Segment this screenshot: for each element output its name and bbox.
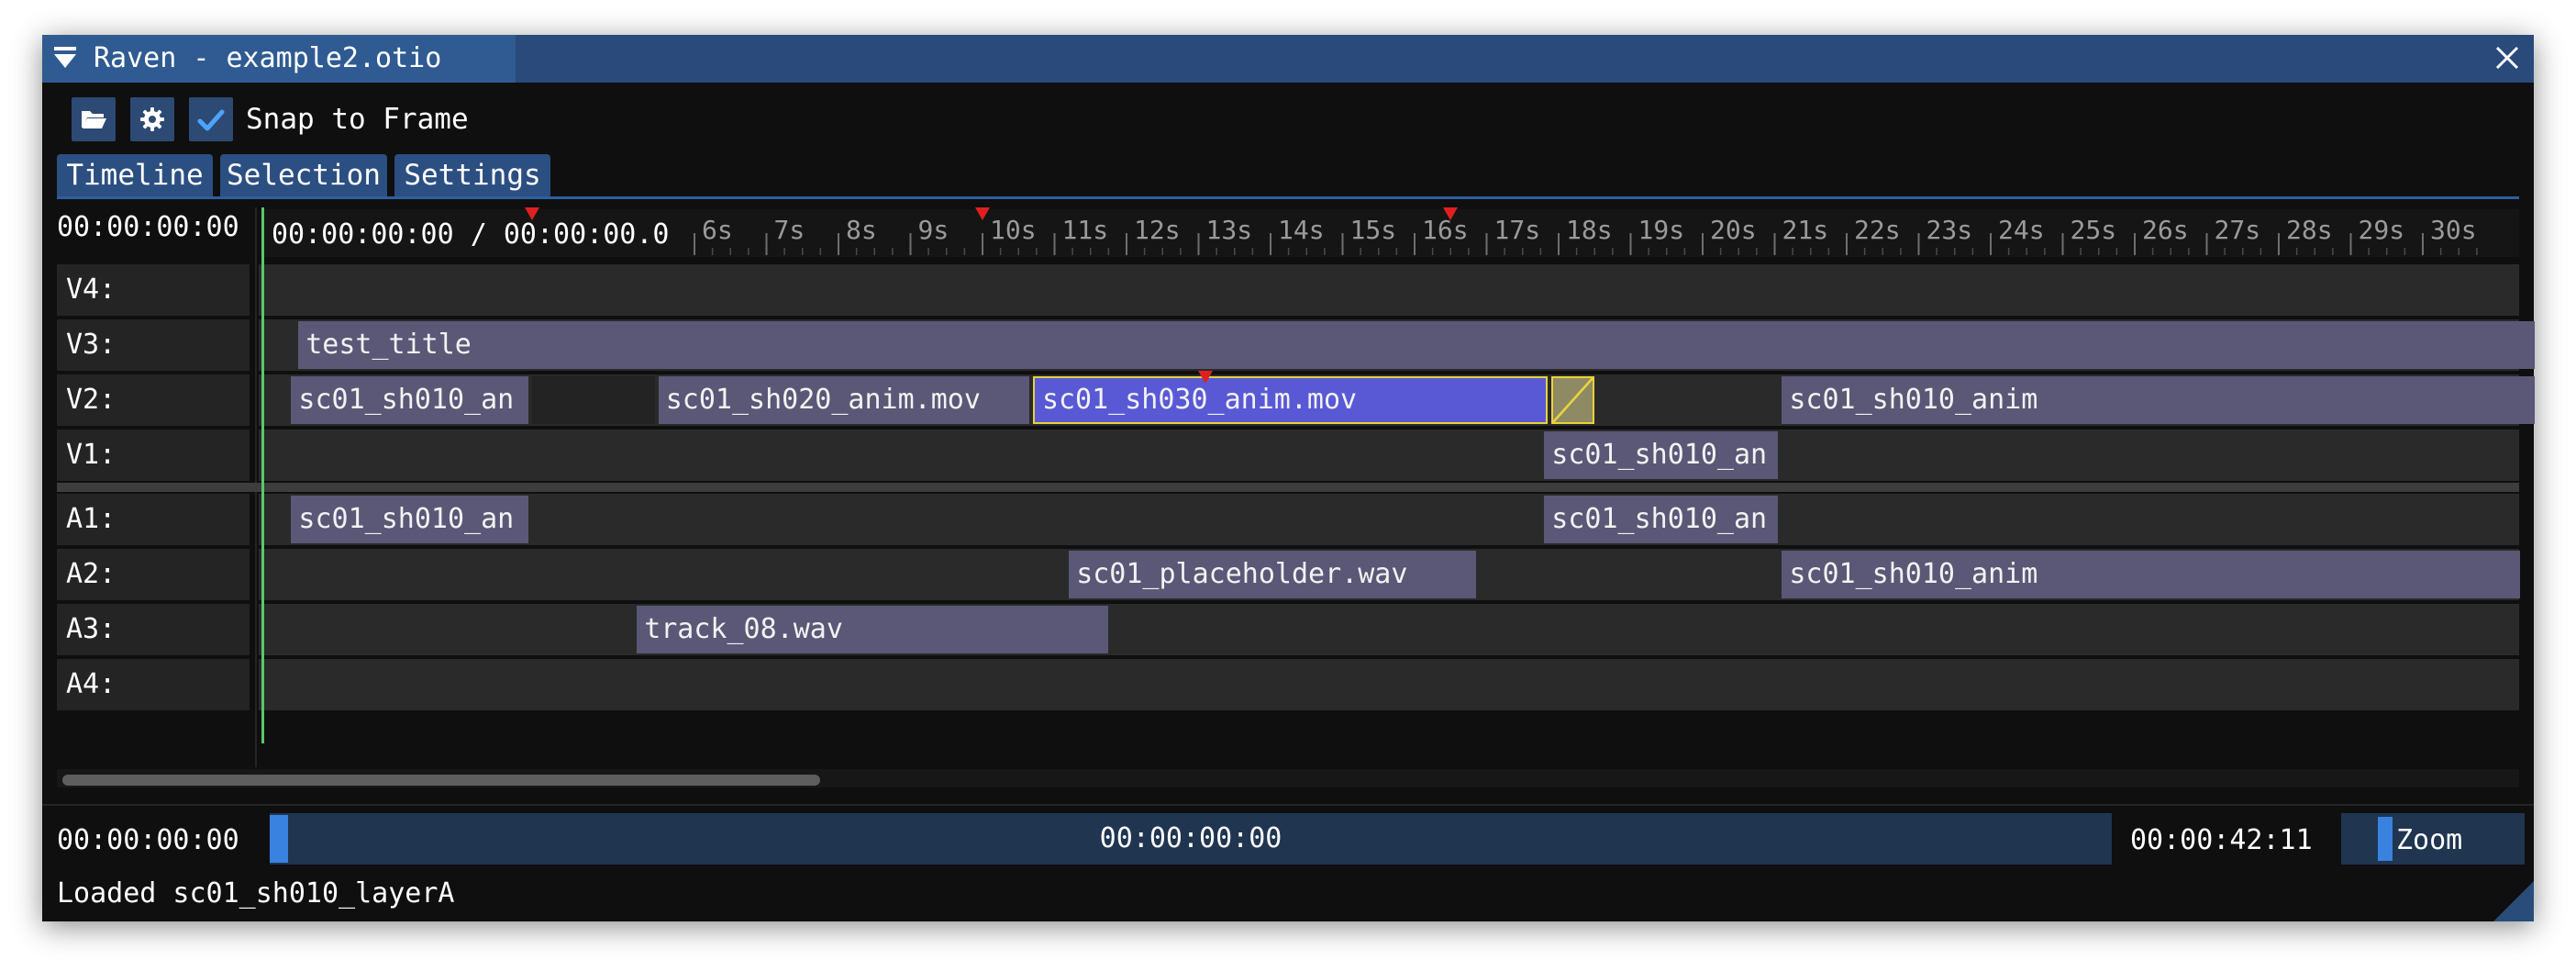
clip[interactable]: sc01_sh010_an — [291, 496, 529, 543]
track-lane[interactable]: sc01_sh010_an sc01_sh020_anim.mov sc01_sh0… — [259, 374, 2535, 426]
end-timecode: 00:00:42:11 — [2130, 824, 2313, 856]
marker[interactable] — [1443, 207, 1459, 220]
checkmark-icon — [197, 109, 225, 131]
clip[interactable]: sc01_sh010_an — [291, 376, 529, 424]
zoom-slider-handle[interactable] — [2378, 817, 2393, 861]
horizontal-scrollbar-thumb[interactable] — [62, 775, 820, 786]
settings-button[interactable] — [130, 97, 174, 141]
gap[interactable] — [532, 376, 655, 424]
clip[interactable]: sc01_sh020_anim.mov — [658, 376, 1029, 424]
ruler-tick-label: 8s — [846, 215, 877, 245]
track-row: A3: track_08.wav — [57, 604, 2519, 655]
track-label[interactable]: V3: — [57, 319, 250, 371]
track-label[interactable]: A2: — [57, 549, 250, 600]
title-tab[interactable]: Raven - example2.otio — [42, 35, 516, 83]
window-title: Raven - example2.otio — [94, 42, 442, 74]
gear-icon — [140, 107, 164, 131]
track-row: V3: test_title — [57, 319, 2535, 371]
track-lane[interactable] — [259, 264, 2519, 316]
transition-diagonal — [1553, 378, 1593, 422]
ruler-tick-label: 12s — [1134, 215, 1181, 245]
folder-open-icon — [82, 111, 106, 128]
track-row: V1: sc01_sh010_an — [57, 430, 2519, 481]
tab-settings[interactable]: Settings — [394, 154, 550, 196]
track-lane[interactable]: track_08.wav — [259, 604, 2519, 655]
ruler-tick-label: 19s — [1638, 215, 1685, 245]
playhead[interactable] — [261, 207, 264, 743]
ruler-tick-label: 24s — [1998, 215, 2045, 245]
track-lane[interactable]: sc01_placeholder.wav sc01_sh010_anim — [259, 549, 2520, 600]
clip[interactable]: sc01_sh010_an — [1544, 496, 1779, 543]
ruler-tick-label: 21s — [1782, 215, 1829, 245]
track-row: V4: — [57, 264, 2519, 316]
clip[interactable]: sc01_placeholder.wav — [1069, 551, 1476, 598]
tab-timeline[interactable]: Timeline — [57, 154, 213, 196]
track-label[interactable]: A3: — [57, 604, 250, 655]
audio-video-separator[interactable] — [57, 483, 2519, 492]
marker[interactable] — [975, 207, 990, 220]
ruler-tick-label: 30s — [2430, 215, 2477, 245]
ruler-tick-label: 17s — [1494, 215, 1541, 245]
ruler-tick-label: 22s — [1854, 215, 1901, 245]
raven-window: Raven - example2.otio Snap to Frame Time… — [42, 35, 2535, 921]
track-label[interactable]: V1: — [57, 430, 250, 481]
clip[interactable]: test_title — [298, 321, 2535, 369]
clip[interactable]: sc01_sh010_an — [1544, 431, 1779, 479]
tab-selection[interactable]: Selection — [220, 154, 387, 196]
track-row: A4: — [57, 659, 2519, 710]
snap-to-frame-checkbox[interactable] — [189, 97, 233, 141]
snap-to-frame-label: Snap to Frame — [246, 103, 469, 136]
track-lane[interactable]: test_title — [259, 319, 2535, 371]
ruler-tick-label: 15s — [1350, 215, 1397, 245]
track-label[interactable]: V2: — [57, 374, 250, 426]
zoom-label: Zoom — [2396, 824, 2463, 856]
marker[interactable] — [1198, 371, 1214, 384]
ruler-tick-label: 23s — [1926, 215, 1973, 245]
ruler-tick-label: 7s — [774, 215, 805, 245]
transition[interactable] — [1551, 376, 1595, 424]
ruler-tick-label: 28s — [2286, 215, 2333, 245]
clip[interactable]: sc01_sh010_anim — [1782, 376, 2535, 424]
ruler-tick-label: 26s — [2142, 215, 2189, 245]
start-timecode: 00:00:00:00 — [57, 824, 239, 856]
track-row: A1: sc01_sh010_an sc01_sh010_an — [57, 494, 2519, 545]
clip[interactable]: track_08.wav — [637, 606, 1109, 653]
track-label[interactable]: V4: — [57, 264, 250, 316]
clip[interactable]: sc01_sh010_anim — [1782, 551, 2520, 598]
track-lane[interactable] — [259, 659, 2519, 710]
track-label[interactable]: A1: — [57, 494, 250, 545]
track-lane[interactable]: sc01_sh010_an sc01_sh010_an — [259, 494, 2519, 545]
ruler-tick-label: 10s — [990, 215, 1037, 245]
tab-bar-underline — [57, 196, 2519, 199]
ruler-tick-label: 20s — [1710, 215, 1757, 245]
ruler-tick-label: 6s — [702, 215, 733, 245]
ruler-tick-label: 18s — [1566, 215, 1613, 245]
window-resize-grip[interactable] — [2493, 881, 2534, 921]
current-time-readout: 00:00:00:00 — [57, 211, 239, 243]
ruler-tick-label: 13s — [1206, 215, 1253, 245]
open-file-button[interactable] — [72, 97, 116, 141]
ruler-tick-label: 29s — [2359, 215, 2405, 245]
collapse-triangle-icon[interactable] — [51, 42, 79, 73]
track-lane[interactable]: sc01_sh010_an — [259, 430, 2519, 481]
ruler-tick-label: 11s — [1062, 215, 1109, 245]
scrubber-timecode: 00:00:00:00 — [1099, 822, 1282, 854]
status-message: Loaded sc01_sh010_layerA — [57, 877, 455, 910]
track-label[interactable]: A4: — [57, 659, 250, 710]
track-row: V2: sc01_sh010_an sc01_sh020_anim.mov sc01_… — [57, 374, 2535, 426]
ruler-tick-label: 27s — [2215, 215, 2261, 245]
selected-clip[interactable]: sc01_sh030_anim.mov — [1032, 376, 1549, 424]
ruler-tick-label: 14s — [1278, 215, 1325, 245]
track-row: A2: sc01_placeholder.wav sc01_sh010_anim — [57, 549, 2520, 600]
footer-divider — [42, 804, 2534, 806]
ruler-tick-label: 9s — [918, 215, 949, 245]
title-bar[interactable]: Raven - example2.otio — [42, 35, 2534, 83]
ruler-tick-label: 25s — [2071, 215, 2117, 245]
playhead-time-overlay: 00:00:00:00 / 00:00:00.0 — [272, 218, 670, 251]
close-icon[interactable] — [2492, 42, 2523, 73]
